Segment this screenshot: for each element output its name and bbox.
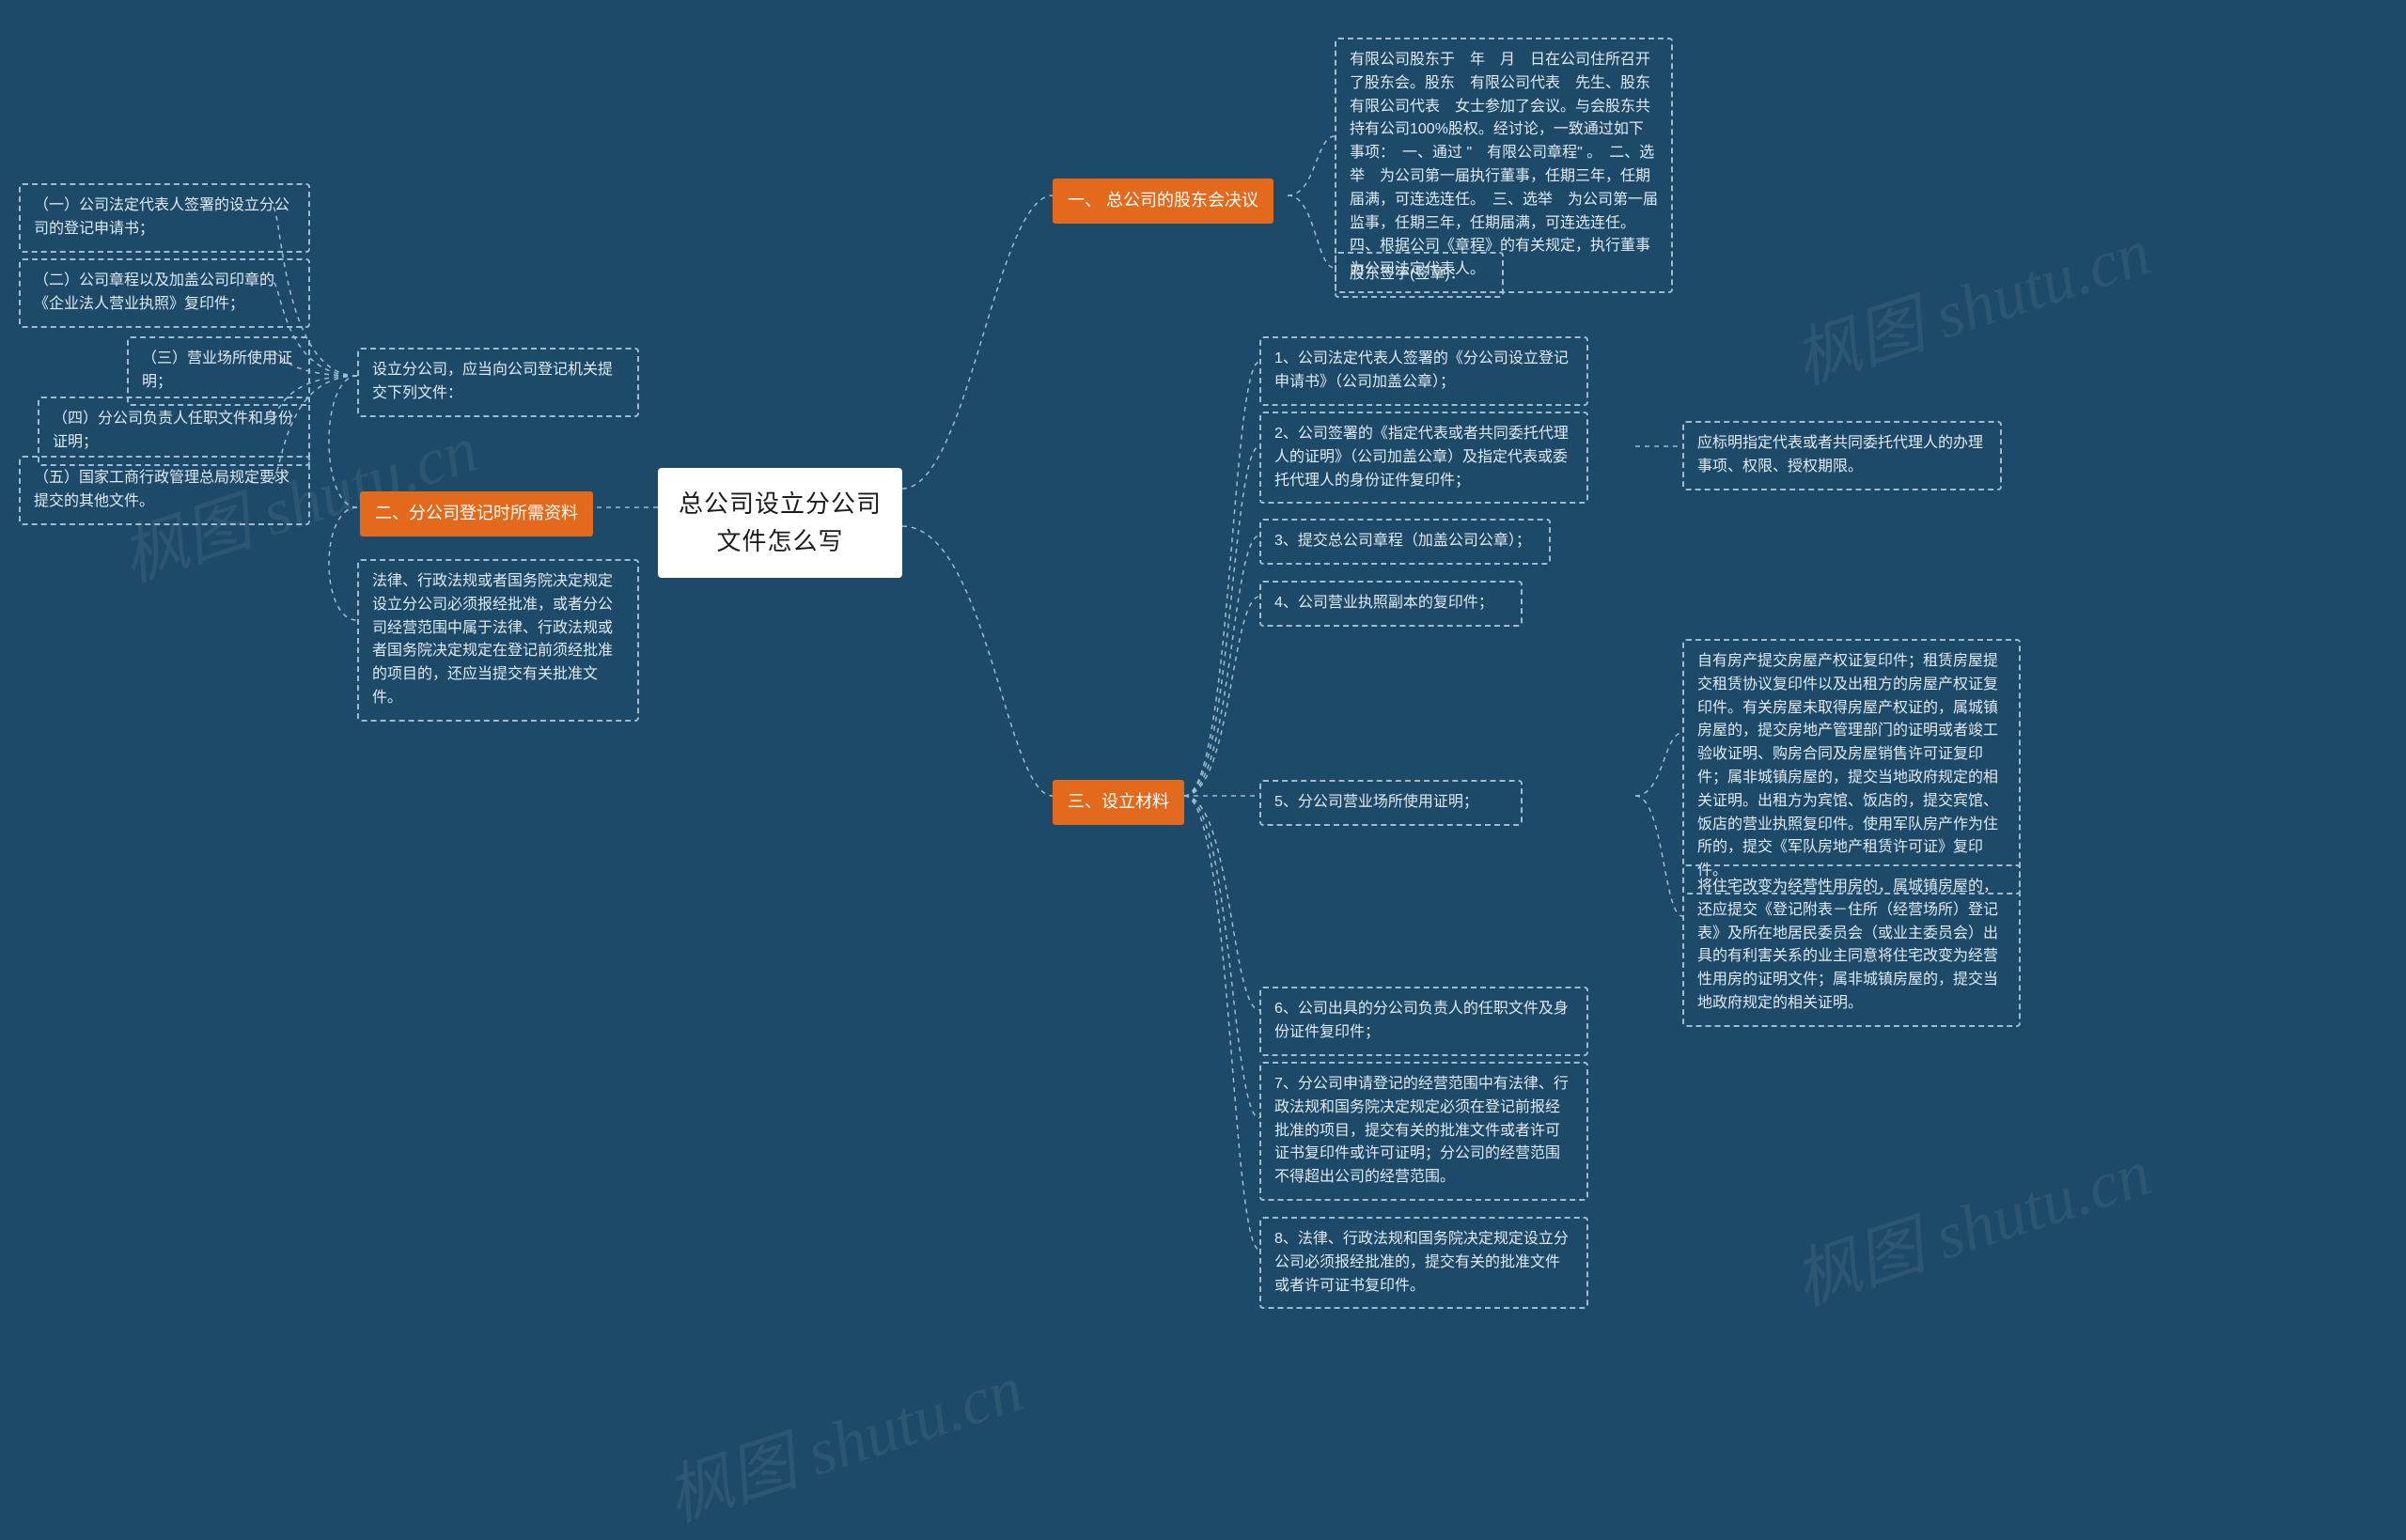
branch-2-p1c: （三）营业场所使用证明；: [127, 336, 310, 406]
branch-2-p1: 设立分公司，应当向公司登记机关提交下列文件：: [357, 348, 639, 417]
branch-3-c3: 3、提交总公司章程（加盖公司公章）；: [1259, 519, 1551, 565]
branch-3-c1: 1、公司法定代表人签署的《分公司设立登记申请书》（公司加盖公章）；: [1259, 336, 1588, 406]
branch-3-c5b: 将住宅改变为经营性用房的，属城镇房屋的，还应提交《登记附表－住所（经营场所）登记…: [1682, 864, 2021, 1027]
branch-3-c5: 5、分公司营业场所使用证明；: [1259, 780, 1523, 826]
branch-3-c2: 2、公司签署的《指定代表或者共同委托代理人的证明》（公司加盖公章）及指定代表或委…: [1259, 412, 1588, 504]
branch-2-p1a: （一）公司法定代表人签署的设立分公司的登记申请书；: [19, 183, 310, 253]
branch-3-c6: 6、公司出具的分公司负责人的任职文件及身份证件复印件；: [1259, 987, 1588, 1056]
branch-3-c5a: 自有房产提交房屋产权证复印件；租赁房屋提交租赁协议复印件以及出租方的房屋产权证复…: [1682, 639, 2021, 894]
branch-3-c8: 8、法律、行政法规和国务院决定规定设立分公司必须报经批准的，提交有关的批准文件或…: [1259, 1217, 1588, 1309]
branch-2: 二、分公司登记时所需资料: [360, 491, 593, 537]
center-topic: 总公司设立分公司文件怎么写: [658, 468, 902, 578]
branch-3-c4: 4、公司营业执照副本的复印件；: [1259, 581, 1523, 627]
branch-3-c7: 7、分公司申请登记的经营范围中有法律、行政法规和国务院决定规定必须在登记前报经批…: [1259, 1062, 1588, 1201]
branch-2-p1b: （二）公司章程以及加盖公司印章的《企业法人营业执照》复印件；: [19, 258, 310, 328]
branch-3-c2a: 应标明指定代表或者共同委托代理人的办理事项、权限、授权期限。: [1682, 421, 2002, 490]
branch-1: 一、 总公司的股东会决议: [1053, 179, 1273, 224]
branch-2-p1e: （五）国家工商行政管理总局规定要求提交的其他文件。: [19, 456, 310, 525]
branch-1-c2: 股东签字(签章)：: [1335, 252, 1504, 298]
branch-3: 三、设立材料: [1053, 780, 1184, 825]
connector-lines: [0, 0, 2406, 1532]
branch-2-p2: 法律、行政法规或者国务院决定规定设立分公司必须报经批准，或者分公司经营范围中属于…: [357, 559, 639, 722]
